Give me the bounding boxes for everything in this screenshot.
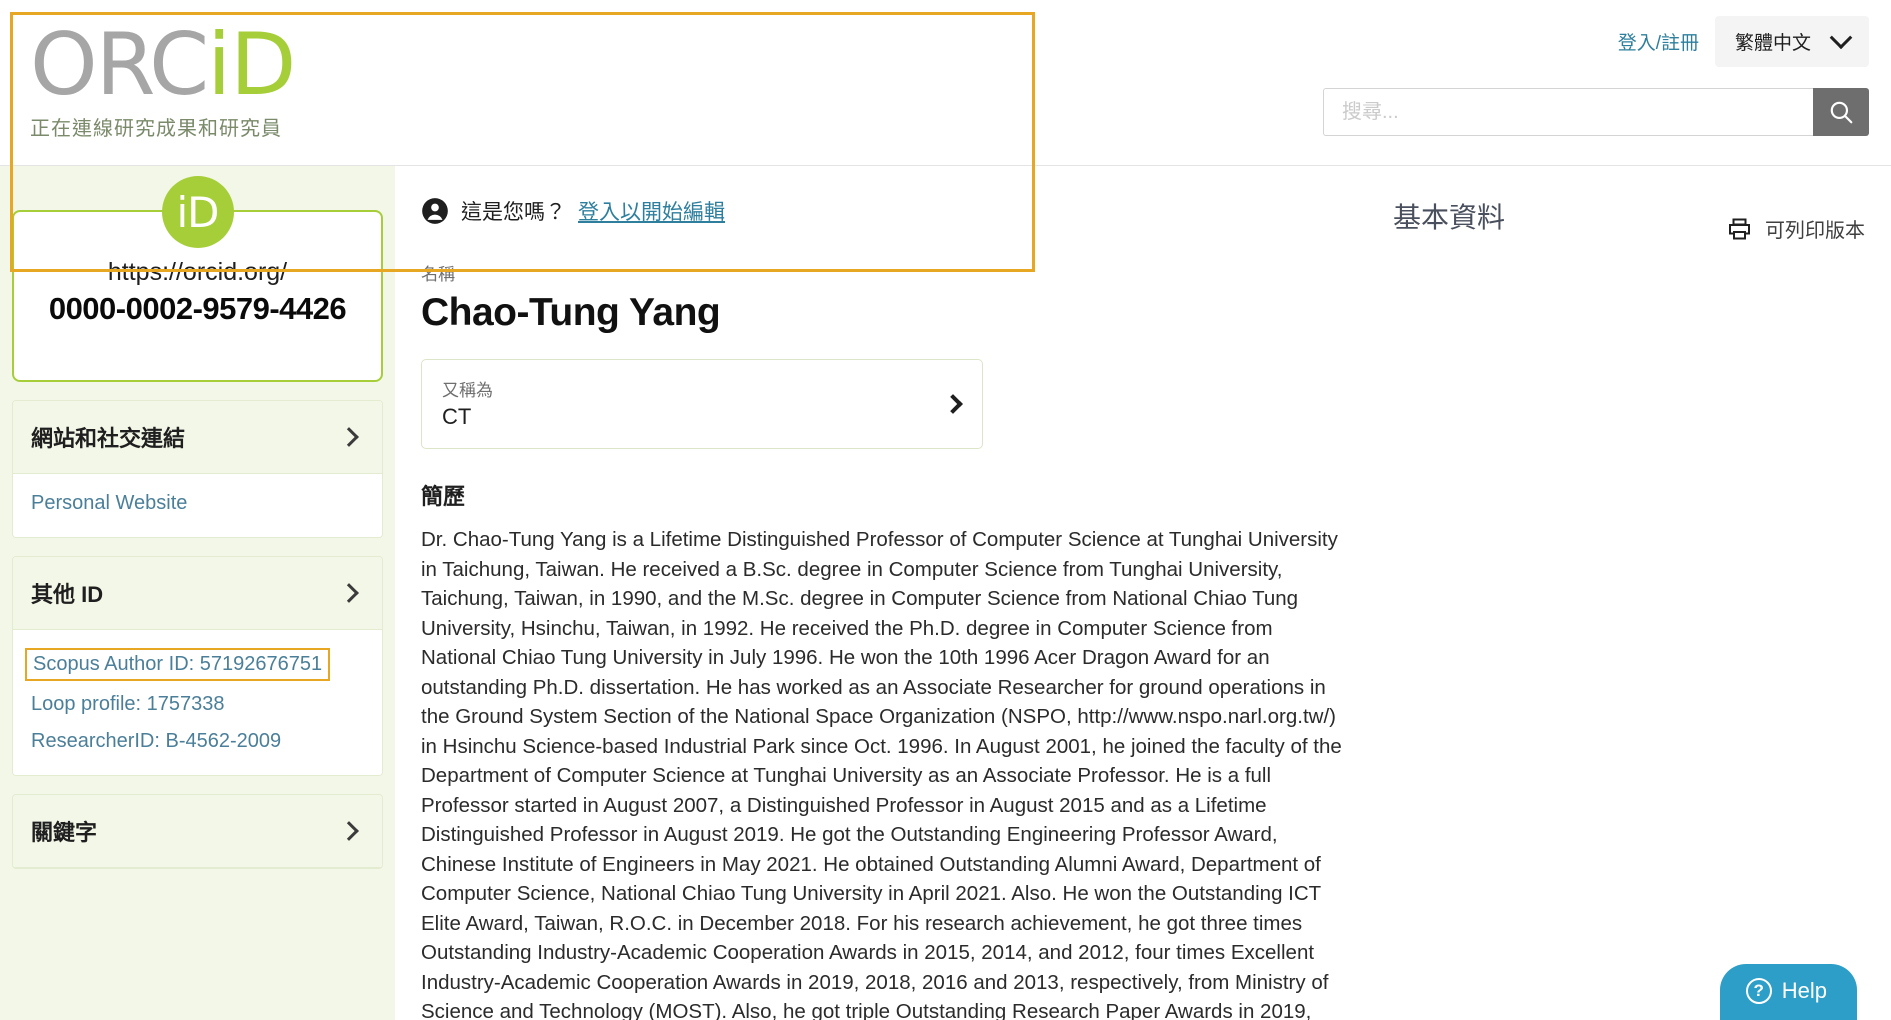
logo-tagline: 正在連線研究成果和研究員 xyxy=(30,118,282,140)
sidebar-section-websites: 網站和社交連結 Personal Website xyxy=(12,400,383,538)
chevron-right-icon xyxy=(339,583,359,603)
printable-version-link[interactable]: 可列印版本 xyxy=(1726,214,1865,243)
is-this-you-row: 這是您嗎？ 登入以開始編輯 xyxy=(421,196,1347,226)
scopus-author-id-link[interactable]: Scopus Author ID: 57192676751 xyxy=(25,648,331,681)
chevron-right-icon xyxy=(339,821,359,841)
personal-website-link[interactable]: Personal Website xyxy=(31,492,364,515)
help-label: Help xyxy=(1781,978,1827,1003)
logo-orc-text: ORC xyxy=(30,15,209,115)
name-field-label: 名稱 xyxy=(421,265,455,284)
orcid-id-number: 0000-0002-9579-4426 xyxy=(48,291,347,326)
right-panel-header: 基本資料 可列印版本 xyxy=(1393,196,1865,243)
also-known-as-label: 又稱為 xyxy=(442,381,493,400)
sidebar-section-websites-title: 網站和社交連結 xyxy=(31,426,186,451)
search-icon xyxy=(1830,101,1853,124)
biography-heading: 簡歷 xyxy=(421,484,466,509)
sidebar-section-other-ids-header[interactable]: 其他 ID xyxy=(13,557,382,630)
chevron-down-icon xyxy=(1829,25,1853,49)
search-button[interactable] xyxy=(1813,88,1869,136)
sidebar-section-websites-body: Personal Website xyxy=(13,474,382,537)
biography-text: Dr. Chao-Tung Yang is a Lifetime Disting… xyxy=(421,528,1342,1020)
sidebar-section-keywords-title: 關鍵字 xyxy=(31,820,98,845)
signin-register-link[interactable]: 登入/註冊 xyxy=(1618,28,1699,55)
chevron-right-icon xyxy=(339,427,359,447)
language-label: 繁體中文 xyxy=(1734,33,1811,54)
orcid-wordmark: ORC iD xyxy=(30,15,296,115)
loop-profile-link[interactable]: Loop profile: 1757338 xyxy=(31,693,364,716)
person-name: Chao-Tung Yang xyxy=(421,291,721,334)
right-panel: 基本資料 可列印版本 xyxy=(1371,166,1891,1020)
header-actions: 登入/註冊 繁體中文 xyxy=(1618,16,1869,67)
site-header: ORC iD 正在連線研究成果和研究員 登入/註冊 繁體中文 xyxy=(0,0,1891,166)
researcher-id-link[interactable]: ResearcherID: B-4562-2009 xyxy=(31,730,364,753)
orcid-id-url: https://orcid.org/ xyxy=(107,258,288,286)
help-button[interactable]: ? Help xyxy=(1719,964,1857,1020)
orcid-logo[interactable]: ORC iD 正在連線研究成果和研究員 xyxy=(30,15,296,141)
orcid-id-badge-icon: iD xyxy=(161,176,234,248)
search-bar xyxy=(1323,88,1869,136)
language-selector[interactable]: 繁體中文 xyxy=(1714,16,1869,67)
logo-id-text: iD xyxy=(207,15,296,115)
also-known-as-card[interactable]: 又稱為 CT xyxy=(421,359,983,449)
search-input[interactable] xyxy=(1323,88,1813,136)
orcid-id-card: iD https://orcid.org/ 0000-0002-9579-442… xyxy=(12,176,383,382)
help-icon: ? xyxy=(1745,978,1772,1004)
profile-sidebar: iD https://orcid.org/ 0000-0002-9579-442… xyxy=(0,166,395,1020)
sidebar-section-keywords-header[interactable]: 關鍵字 xyxy=(13,795,382,868)
is-this-you-text: 這是您嗎？ xyxy=(461,201,566,224)
page-body: iD https://orcid.org/ 0000-0002-9579-442… xyxy=(0,12,1891,1020)
sidebar-section-other-ids-title: 其他 ID xyxy=(31,582,104,607)
person-icon xyxy=(422,198,448,224)
printer-icon xyxy=(1729,218,1750,239)
printable-version-label: 可列印版本 xyxy=(1765,220,1865,242)
also-known-as-value: CT xyxy=(442,404,472,429)
signin-to-edit-link[interactable]: 登入以開始編輯 xyxy=(578,196,725,226)
sidebar-section-other-ids-body: Scopus Author ID: 57192676751 Loop profi… xyxy=(13,630,382,775)
profile-main: 這是您嗎？ 登入以開始編輯 名稱 Chao-Tung Yang 又稱為 CT 簡… xyxy=(395,166,1371,1020)
sidebar-section-keywords: 關鍵字 xyxy=(12,794,383,869)
basic-info-title: 基本資料 xyxy=(1393,202,1506,233)
sidebar-section-other-ids: 其他 ID Scopus Author ID: 57192676751 Loop… xyxy=(12,556,383,776)
sidebar-section-websites-header[interactable]: 網站和社交連結 xyxy=(13,401,382,474)
